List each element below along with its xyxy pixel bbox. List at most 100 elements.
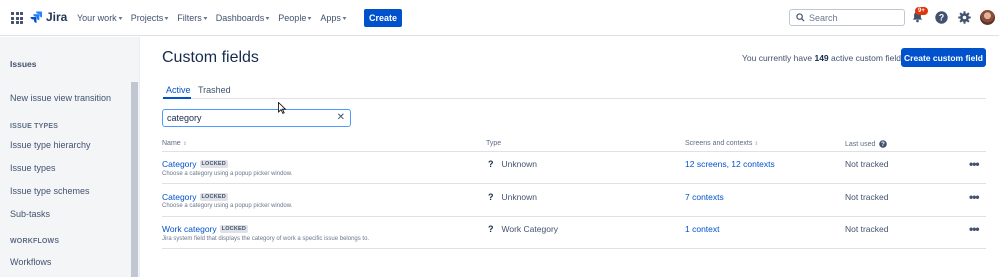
sidebar-item-issue-types[interactable]: Issue types [10, 163, 56, 173]
more-actions-icon[interactable]: ••• [969, 223, 980, 235]
chevron-down-icon: ▾ [342, 15, 347, 22]
last-used-value: Not tracked [845, 192, 889, 202]
active-tab-indicator [163, 97, 191, 99]
svg-text:?: ? [938, 12, 944, 22]
search-icon [796, 13, 805, 22]
sidebar-item-sub-tasks[interactable]: Sub-tasks [10, 209, 50, 219]
menu-label: People [278, 13, 307, 23]
mouse-cursor-icon [278, 102, 286, 114]
menu-dashboards[interactable]: Dashboards ▾ [216, 13, 270, 23]
gear-icon [957, 10, 971, 24]
field-name-link[interactable]: Category LOCKED [162, 192, 228, 202]
menu-label: Apps [320, 13, 341, 23]
settings-button[interactable] [957, 10, 971, 24]
field-description: Choose a category using a popup picker w… [162, 171, 293, 177]
locked-badge: LOCKED [219, 225, 249, 233]
field-type: ? Work Category [488, 224, 558, 234]
table-header-divider [162, 151, 986, 152]
page-title: Custom fields [162, 49, 259, 66]
count-prefix: You currently have [742, 53, 815, 63]
last-used-value: Not tracked [845, 159, 889, 169]
jira-logo-icon [30, 11, 42, 23]
field-type: ? Unknown [488, 159, 537, 169]
jira-logo[interactable]: Jira [30, 10, 67, 24]
active-fields-count: You currently have 149 active custom fie… [742, 53, 905, 63]
unknown-type-icon: ? [488, 192, 494, 202]
help-button[interactable]: ? [934, 10, 948, 24]
screens-contexts-link[interactable]: 1 context [685, 224, 720, 234]
chevron-down-icon: ▾ [118, 15, 123, 22]
menu-label: Projects [130, 13, 164, 23]
notification-count-badge: 9+ [915, 7, 928, 15]
field-name: Work category [162, 224, 217, 234]
menu-apps[interactable]: Apps ▾ [320, 13, 346, 23]
chevron-down-icon: ▾ [307, 15, 312, 22]
main-menu: Your work ▾ Projects ▾ Filters ▾ Dashboards… [77, 0, 355, 36]
count-suffix: active custom fields [828, 53, 906, 63]
sidebar-item-issue-type-schemes[interactable]: Issue type schemes [10, 186, 90, 196]
admin-sidebar: Issues New issue view transition ISSUE T… [0, 37, 140, 277]
unknown-type-icon: ? [488, 224, 494, 234]
locked-badge: LOCKED [199, 193, 228, 201]
row-divider [162, 183, 986, 184]
row-divider [162, 216, 986, 217]
field-description: Choose a category using a popup picker w… [162, 203, 293, 209]
field-description: Jira system field that displays the cate… [162, 236, 370, 242]
help-icon: ? [934, 10, 948, 24]
field-type-label: Unknown [501, 159, 537, 169]
create-custom-field-button[interactable]: Create custom field [901, 48, 986, 67]
locked-badge: LOCKED [199, 160, 228, 168]
tabs-divider [162, 98, 986, 99]
column-header-last-used: Last used ? [845, 140, 888, 148]
menu-projects[interactable]: Projects ▾ [131, 13, 169, 23]
sort-icon: ⇕ [182, 140, 187, 147]
menu-label: Your work [77, 13, 117, 23]
global-search[interactable] [789, 9, 905, 26]
screens-contexts-link[interactable]: 12 screens, 12 contexts [685, 159, 775, 169]
column-label: Last used [845, 140, 876, 148]
column-label: Type [486, 140, 502, 147]
menu-people[interactable]: People ▾ [278, 13, 311, 23]
more-actions-icon[interactable]: ••• [969, 191, 980, 203]
column-header-type: Type [486, 140, 501, 147]
chevron-down-icon: ▾ [164, 15, 169, 22]
field-filter[interactable]: ✕ [162, 109, 351, 127]
sidebar-item-issue-type-hierarchy[interactable]: Issue type hierarchy [10, 140, 91, 150]
menu-your-work[interactable]: Your work ▾ [77, 13, 122, 23]
sidebar-item-new-issue-view-transition[interactable]: New issue view transition [10, 93, 111, 103]
app-switcher-icon[interactable] [11, 12, 23, 24]
user-avatar[interactable] [980, 10, 995, 25]
sidebar-section-issue-types: ISSUE TYPES [10, 123, 59, 130]
chevron-down-icon: ▾ [203, 15, 208, 22]
sidebar-scrollbar[interactable] [131, 82, 138, 277]
sidebar-section-workflows: WORKFLOWS [10, 238, 60, 245]
search-input[interactable] [809, 12, 899, 23]
unknown-type-icon: ? [488, 159, 494, 169]
create-button[interactable]: Create [364, 9, 402, 27]
column-header-name[interactable]: Name ⇕ [162, 140, 187, 147]
menu-label: Filters [177, 13, 202, 23]
field-name-link[interactable]: Work category LOCKED [162, 224, 249, 234]
column-label: Name [162, 140, 181, 147]
field-name-link[interactable]: Category LOCKED [162, 159, 228, 169]
column-header-screens[interactable]: Screens and contexts ⇕ [685, 140, 759, 147]
top-navigation: Jira Your work ▾ Projects ▾ Filters ▾ Dashb… [0, 0, 999, 36]
info-icon[interactable]: ? [879, 140, 888, 148]
menu-filters[interactable]: Filters ▾ [177, 13, 207, 23]
filter-input[interactable] [167, 113, 327, 123]
screens-contexts-link[interactable]: 7 contexts [685, 192, 724, 202]
svg-text:?: ? [882, 142, 886, 148]
tab-trashed[interactable]: Trashed [198, 85, 231, 95]
tab-active[interactable]: Active [166, 85, 191, 95]
sidebar-title: Issues [10, 59, 37, 69]
chevron-down-icon: ▾ [265, 15, 270, 22]
menu-label: Dashboards [215, 13, 265, 23]
field-name: Category [162, 192, 197, 202]
clear-filter-icon[interactable]: ✕ [337, 112, 345, 123]
count-value: 149 [814, 53, 829, 63]
field-type-label: Work Category [501, 224, 559, 234]
sort-icon: ⇕ [754, 140, 759, 147]
field-type-label: Unknown [501, 192, 537, 202]
sidebar-item-workflows[interactable]: Workflows [10, 257, 51, 267]
more-actions-icon[interactable]: ••• [969, 158, 980, 170]
